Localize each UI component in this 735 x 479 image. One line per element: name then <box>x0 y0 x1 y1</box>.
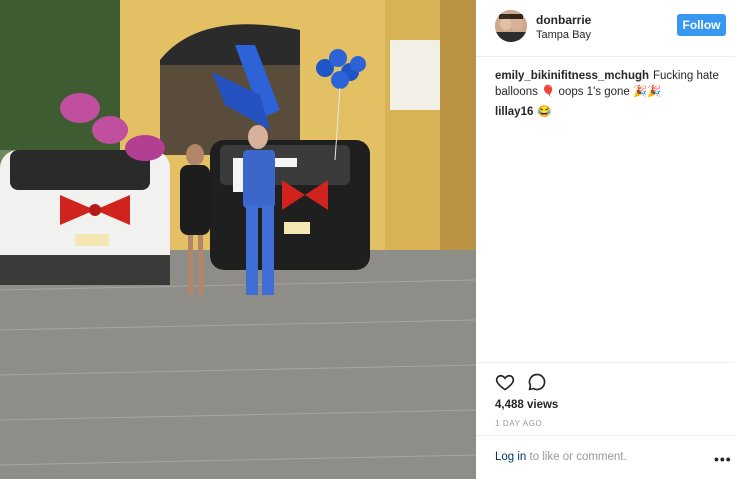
building-shadow <box>440 0 476 260</box>
post-photo-image <box>0 0 476 479</box>
comment-icon[interactable] <box>527 372 547 392</box>
comment-username[interactable]: lillay16 <box>495 106 533 118</box>
footer-divider <box>476 435 735 436</box>
post-username[interactable]: donbarrie <box>536 13 591 27</box>
comments-list: emily_bikinifitness_mchugh Fucking hate b… <box>495 68 727 124</box>
avatar[interactable] <box>495 10 527 42</box>
action-bar-divider <box>476 362 735 364</box>
avatar-image <box>495 10 527 42</box>
comment-username[interactable]: emily_bikinifitness_mchugh <box>495 70 649 82</box>
login-prompt: Log in to like or comment. <box>495 451 627 463</box>
post-header: donbarrie Tampa Bay Follow <box>476 0 735 57</box>
comment-item: emily_bikinifitness_mchugh Fucking hate b… <box>495 68 727 100</box>
post-timestamp: 1 DAY AGO <box>495 419 543 428</box>
more-options-icon[interactable]: ••• <box>714 451 732 467</box>
post-details-panel: donbarrie Tampa Bay Follow emily_bikinif… <box>476 0 735 479</box>
balcony-railing <box>390 40 440 110</box>
follow-button[interactable]: Follow <box>677 14 726 36</box>
white-car <box>0 150 170 285</box>
heart-icon[interactable] <box>495 372 515 392</box>
post-location[interactable]: Tampa Bay <box>536 29 591 41</box>
comment-item: lillay16 😂 <box>495 104 727 120</box>
post-photo[interactable] <box>0 0 476 479</box>
view-count: 4,488 views <box>495 399 559 411</box>
login-suffix: to like or comment. <box>526 451 627 463</box>
login-link[interactable]: Log in <box>495 451 526 463</box>
comment-text: 😂 <box>537 106 552 118</box>
